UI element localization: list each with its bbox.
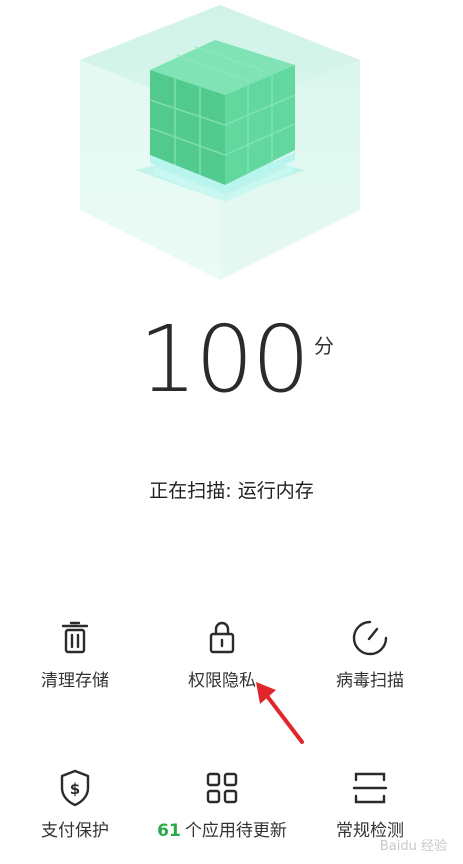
lock-icon xyxy=(209,621,235,654)
app-grid-icon xyxy=(206,772,238,804)
tool-payment-protection[interactable]: $ 支付保护 xyxy=(0,768,150,841)
red-arrow-annotation xyxy=(256,682,304,744)
tool-clean-storage[interactable]: 清理存储 xyxy=(0,618,150,691)
gauge-icon xyxy=(352,620,388,656)
scan-status-text: 正在扫描: 运行内存 xyxy=(149,480,314,502)
tool-routine-check[interactable]: 常规检测 xyxy=(295,768,445,841)
scan-cube-illustration xyxy=(70,0,370,290)
watermark: Baidu 经验 xyxy=(379,839,447,854)
scan-icon xyxy=(352,772,388,804)
tool-label: 清理存储 xyxy=(41,671,109,691)
score-value: 100 xyxy=(138,306,311,413)
update-count: 61 xyxy=(157,821,181,841)
score-unit: 分 xyxy=(314,334,334,358)
update-text: 个应用待更新 xyxy=(184,821,287,841)
tool-label: 61 个应用待更新 xyxy=(147,816,297,841)
svg-text:$: $ xyxy=(70,780,80,798)
tool-virus-scan[interactable]: 病毒扫描 xyxy=(295,618,445,691)
security-score: 100 xyxy=(0,305,463,415)
tool-label: 支付保护 xyxy=(41,821,109,841)
tool-label: 病毒扫描 xyxy=(336,671,404,691)
trash-icon xyxy=(61,621,89,654)
shield-dollar-icon: $ xyxy=(60,769,90,807)
tool-app-updates[interactable]: 61 个应用待更新 xyxy=(147,768,297,841)
